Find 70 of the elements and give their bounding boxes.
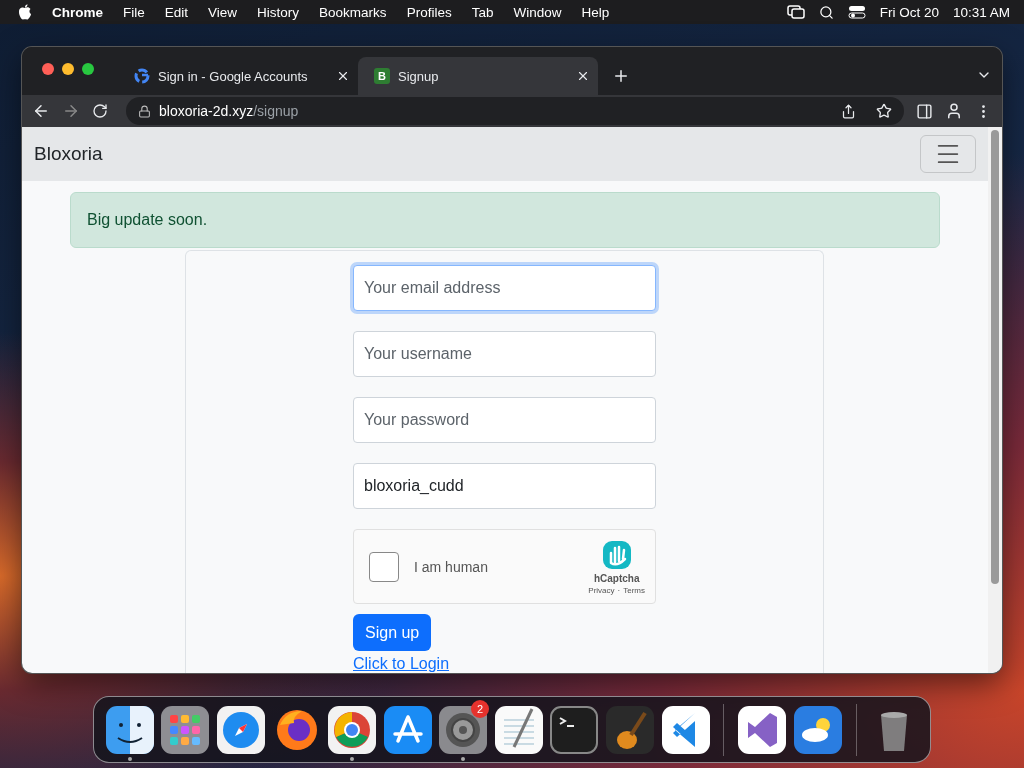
close-tab-icon[interactable] bbox=[576, 69, 590, 83]
menu-item[interactable]: View bbox=[208, 4, 238, 20]
link-separator: · bbox=[617, 585, 621, 595]
code-editor-icon[interactable] bbox=[660, 704, 711, 755]
notepad-icon[interactable] bbox=[493, 704, 544, 755]
menu-date: Fri Oct 20 bbox=[879, 4, 939, 20]
google-favicon-icon bbox=[134, 68, 150, 84]
gear-icon[interactable] bbox=[438, 704, 489, 755]
search-icon[interactable] bbox=[818, 4, 834, 20]
chrome-icon[interactable] bbox=[327, 704, 378, 755]
side-panel-icon[interactable] bbox=[916, 102, 933, 120]
menu-item[interactable]: Window bbox=[513, 4, 562, 20]
reload-icon[interactable] bbox=[92, 103, 108, 119]
captcha-checkbox[interactable] bbox=[369, 551, 399, 582]
captcha-label: I am human bbox=[414, 558, 489, 575]
notification-badge: 2 bbox=[471, 699, 490, 718]
input-field[interactable]: Your username bbox=[353, 331, 656, 377]
new-tab-icon[interactable] bbox=[612, 67, 630, 85]
toggles-icon[interactable] bbox=[847, 5, 866, 19]
back-icon[interactable] bbox=[32, 102, 50, 120]
menu-item[interactable]: Tab bbox=[471, 4, 494, 20]
scrollbar[interactable] bbox=[988, 127, 1002, 673]
cloud-sun-icon[interactable] bbox=[792, 704, 843, 755]
input-field[interactable]: Your email address bbox=[353, 265, 656, 311]
brand-name[interactable]: Bloxoria bbox=[34, 143, 103, 166]
close-tab-icon[interactable] bbox=[336, 69, 350, 83]
browser-tab[interactable]: Sign in - Google Accounts bbox=[118, 57, 358, 95]
menu-item[interactable]: History bbox=[257, 4, 300, 20]
address-bar[interactable]: bloxoria-2d.xyz/signup bbox=[126, 97, 904, 125]
menu-item[interactable]: Profiles bbox=[406, 4, 452, 20]
scrollbar-thumb[interactable] bbox=[991, 130, 999, 584]
minimize-window-icon[interactable] bbox=[62, 63, 74, 75]
close-window-icon[interactable] bbox=[42, 63, 54, 75]
infinity-logo-icon[interactable] bbox=[737, 704, 788, 755]
screen-mirroring-icon[interactable] bbox=[786, 5, 805, 19]
url-path: /signup bbox=[253, 103, 299, 119]
zoom-window-icon[interactable] bbox=[82, 63, 94, 75]
app-store-icon[interactable] bbox=[382, 704, 433, 755]
login-link[interactable]: Click to Login bbox=[353, 655, 450, 673]
input-field[interactable]: Your password bbox=[353, 397, 656, 443]
menu-item[interactable]: Help bbox=[581, 4, 610, 20]
terms-link[interactable]: Terms bbox=[623, 585, 645, 595]
forward-icon[interactable] bbox=[62, 102, 80, 120]
share-icon[interactable] bbox=[841, 103, 856, 119]
terminal-icon[interactable] bbox=[549, 704, 600, 755]
menu-app-name[interactable]: Chrome bbox=[52, 4, 103, 20]
site-favicon: B bbox=[374, 68, 390, 84]
input-field[interactable]: bloxoria_cudd bbox=[353, 463, 656, 509]
browser-tab[interactable]: B Signup bbox=[358, 57, 598, 95]
sign-up-button[interactable]: Sign up bbox=[353, 614, 432, 651]
apple-logo-icon[interactable] bbox=[18, 4, 32, 20]
menu-item[interactable]: File bbox=[123, 4, 145, 20]
captcha-brand: hCaptcha bbox=[593, 572, 640, 584]
guitar-icon[interactable] bbox=[605, 704, 655, 755]
tab-title: Sign in - Google Accounts bbox=[158, 68, 309, 84]
hand-logo-icon bbox=[600, 538, 633, 571]
alert-banner: Big update soon. bbox=[70, 192, 940, 248]
compass-icon[interactable] bbox=[215, 704, 266, 755]
url-host: bloxoria-2d.xyz bbox=[159, 103, 254, 119]
tab-title: Signup bbox=[398, 68, 440, 84]
menu-time: 10:31 AM bbox=[952, 4, 1010, 20]
menu-item[interactable]: Bookmarks bbox=[319, 4, 387, 20]
menu-toggle-button[interactable] bbox=[920, 135, 976, 174]
lock-icon bbox=[138, 104, 151, 118]
privacy-link[interactable]: Privacy bbox=[588, 585, 615, 595]
app-grid-icon[interactable] bbox=[160, 704, 211, 755]
finder-icon[interactable] bbox=[104, 704, 155, 755]
bookmark-star-icon[interactable] bbox=[876, 103, 892, 119]
menu-item[interactable]: Edit bbox=[164, 4, 189, 20]
profile-icon[interactable] bbox=[945, 102, 963, 120]
